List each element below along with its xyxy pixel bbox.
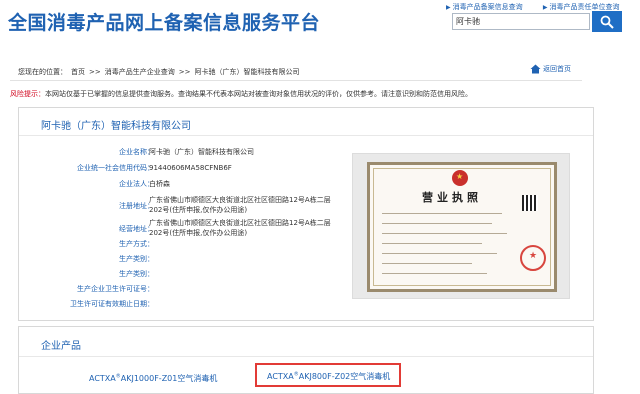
breadcrumb-item-home[interactable]: 首页 (71, 68, 85, 76)
product-link[interactable]: ACTXA®AKJ1000F-Z01空气消毒机 (89, 373, 217, 384)
company-info-panel: 阿卡驰（广东）智能科技有限公司 企业名称： 阿卡驰（广东）智能科技有限公司 企业… (18, 107, 594, 321)
search-input[interactable] (452, 13, 590, 30)
home-icon (530, 64, 541, 74)
back-home-link[interactable]: 返回首页 (530, 64, 571, 74)
arrow-right-icon: ▶ (446, 4, 451, 11)
info-label: 企业名称： (119, 148, 154, 156)
info-label: 企业法人： (119, 180, 154, 188)
company-name-heading: 阿卡驰（广东）智能科技有限公司 (41, 121, 191, 132)
breadcrumb-prefix: 您现在的位置： (18, 68, 67, 76)
info-value: 广东省佛山市顺德区大良街道北区社区德田路12号A栋二层202号(住所申报,仅作办… (149, 219, 331, 237)
license-paper: ★ 营业执照 ★ (367, 162, 557, 292)
breadcrumb-separator: >> (89, 68, 101, 76)
products-title-bar: 企业产品 (19, 327, 593, 357)
qr-code-icon (522, 195, 538, 211)
breadcrumb-item-current: 阿卡驰（广东）智能科技有限公司 (194, 68, 300, 76)
official-seal-icon: ★ (520, 245, 546, 271)
top-link-product-query[interactable]: 消毒产品备案信息查询 (453, 3, 523, 11)
product-brand: ACTXA (89, 374, 116, 383)
breadcrumb-item-company-query[interactable]: 消毒产品生产企业查询 (105, 68, 175, 76)
arrow-right-icon: ▶ (542, 4, 548, 11)
license-title: 营业执照 (422, 191, 482, 204)
info-label: 经营地址： (119, 225, 154, 233)
business-license-image[interactable]: ★ 营业执照 ★ (352, 153, 570, 299)
risk-notice: 风险提示：本网站仅基于已掌握的信息提供查询服务。查询结果不代表本网站对被查询对象… (10, 89, 582, 100)
info-value: 广东省佛山市顺德区大良街道北区社区德田路12号A栋二层202号(住所申报,仅作办… (149, 196, 331, 214)
info-label: 生产类别： (119, 270, 154, 278)
info-label: 生产企业卫生许可证号： (77, 285, 154, 293)
risk-label: 风险提示： (10, 90, 45, 98)
breadcrumb: 您现在的位置： 首页 >> 消毒产品生产企业查询 >> 阿卡驰（广东）智能科技有限公司 返… (10, 61, 582, 81)
info-label: 注册地址： (119, 202, 154, 210)
info-value: 白桥森 (149, 180, 170, 188)
info-label: 生产方式： (119, 240, 154, 248)
info-label: 企业统一社会信用代码： (77, 164, 154, 172)
info-value: 阿卡驰（广东）智能科技有限公司 (149, 148, 254, 156)
site-title: 全国消毒产品网上备案信息服务平台 (8, 12, 321, 34)
national-emblem-icon: ★ (452, 170, 468, 186)
info-value: 91440606MA58CFNB6F (149, 164, 232, 172)
info-label: 卫生许可证有效期止日期： (70, 300, 154, 308)
product-model: AKJ1000F-Z01空气消毒机 (120, 374, 218, 383)
company-title-bar: 阿卡驰（广东）智能科技有限公司 (19, 108, 593, 136)
risk-text: 本网站仅基于已掌握的信息提供查询服务。查询结果不代表本网站对被查询对象信用状况的… (45, 90, 472, 98)
products-panel: 企业产品 ACTXA®AKJ1000F-Z01空气消毒机 ACTXA®AKJ80… (18, 326, 594, 394)
search-button[interactable] (592, 11, 622, 32)
breadcrumb-separator: >> (178, 68, 191, 76)
back-home-label: 返回首页 (543, 65, 571, 73)
info-label: 生产类别： (119, 255, 154, 263)
top-link-company-query[interactable]: 消毒产品责任单位查询 (549, 3, 619, 11)
site-header: 全国消毒产品网上备案信息服务平台 ▶ 消毒产品备案信息查询 ▶ 消毒产品责任单位查询 (0, 0, 640, 48)
search-icon (600, 15, 614, 29)
products-heading: 企业产品 (41, 341, 81, 352)
highlight-box (255, 363, 401, 387)
